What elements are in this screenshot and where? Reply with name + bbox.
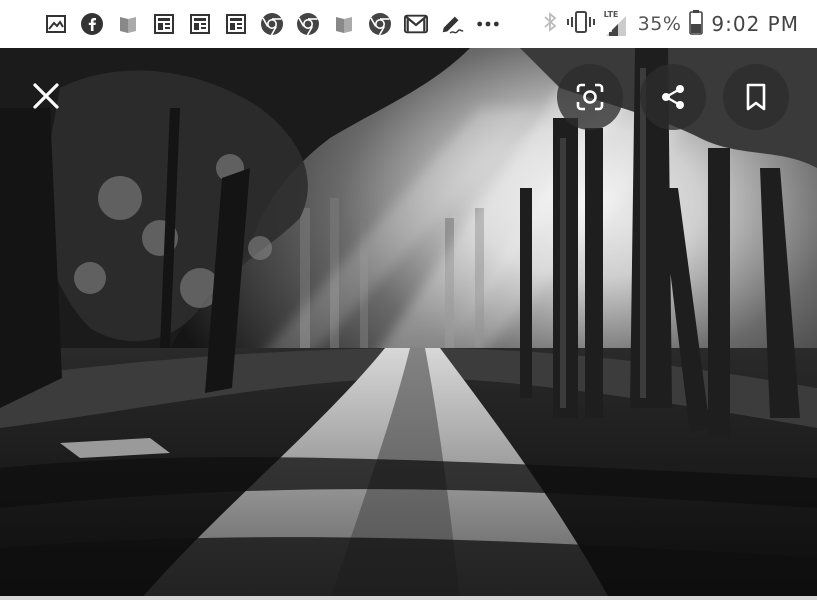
google-play-books-icon	[332, 12, 356, 36]
status-bar: LTE 35% 9:02 PM	[0, 0, 817, 48]
news-icon	[188, 12, 212, 36]
share-icon	[662, 85, 684, 109]
battery-percent: 35%	[637, 13, 682, 35]
signature-icon	[440, 12, 464, 36]
news-icon	[224, 12, 248, 36]
bookmark-icon	[746, 83, 766, 111]
close-button[interactable]	[24, 74, 68, 118]
gmail-icon	[404, 12, 428, 36]
more-icon	[476, 12, 500, 36]
bookmark-button[interactable]	[723, 64, 789, 130]
bluetooth-icon	[542, 10, 558, 38]
bottom-edge	[0, 596, 817, 600]
clock: 9:02 PM	[711, 12, 799, 36]
vibrate-icon	[566, 10, 596, 38]
news-icon	[152, 12, 176, 36]
google-lens-button[interactable]	[557, 64, 623, 130]
notification-icons	[44, 12, 500, 36]
share-button[interactable]	[640, 64, 706, 130]
gallery-icon	[44, 12, 68, 36]
battery-icon	[689, 9, 704, 39]
facebook-icon	[80, 12, 104, 36]
chrome-icon	[368, 12, 392, 36]
close-icon	[33, 83, 59, 109]
forest-path-photo[interactable]	[0, 48, 817, 600]
signal-icon: LTE	[604, 10, 630, 38]
google-lens-icon	[576, 83, 604, 111]
chrome-icon	[296, 12, 320, 36]
chrome-icon	[260, 12, 284, 36]
google-play-books-icon	[116, 12, 140, 36]
image-viewer-screen: LTE 35% 9:02 PM	[0, 0, 817, 600]
status-indicators: LTE 35% 9:02 PM	[542, 9, 799, 39]
